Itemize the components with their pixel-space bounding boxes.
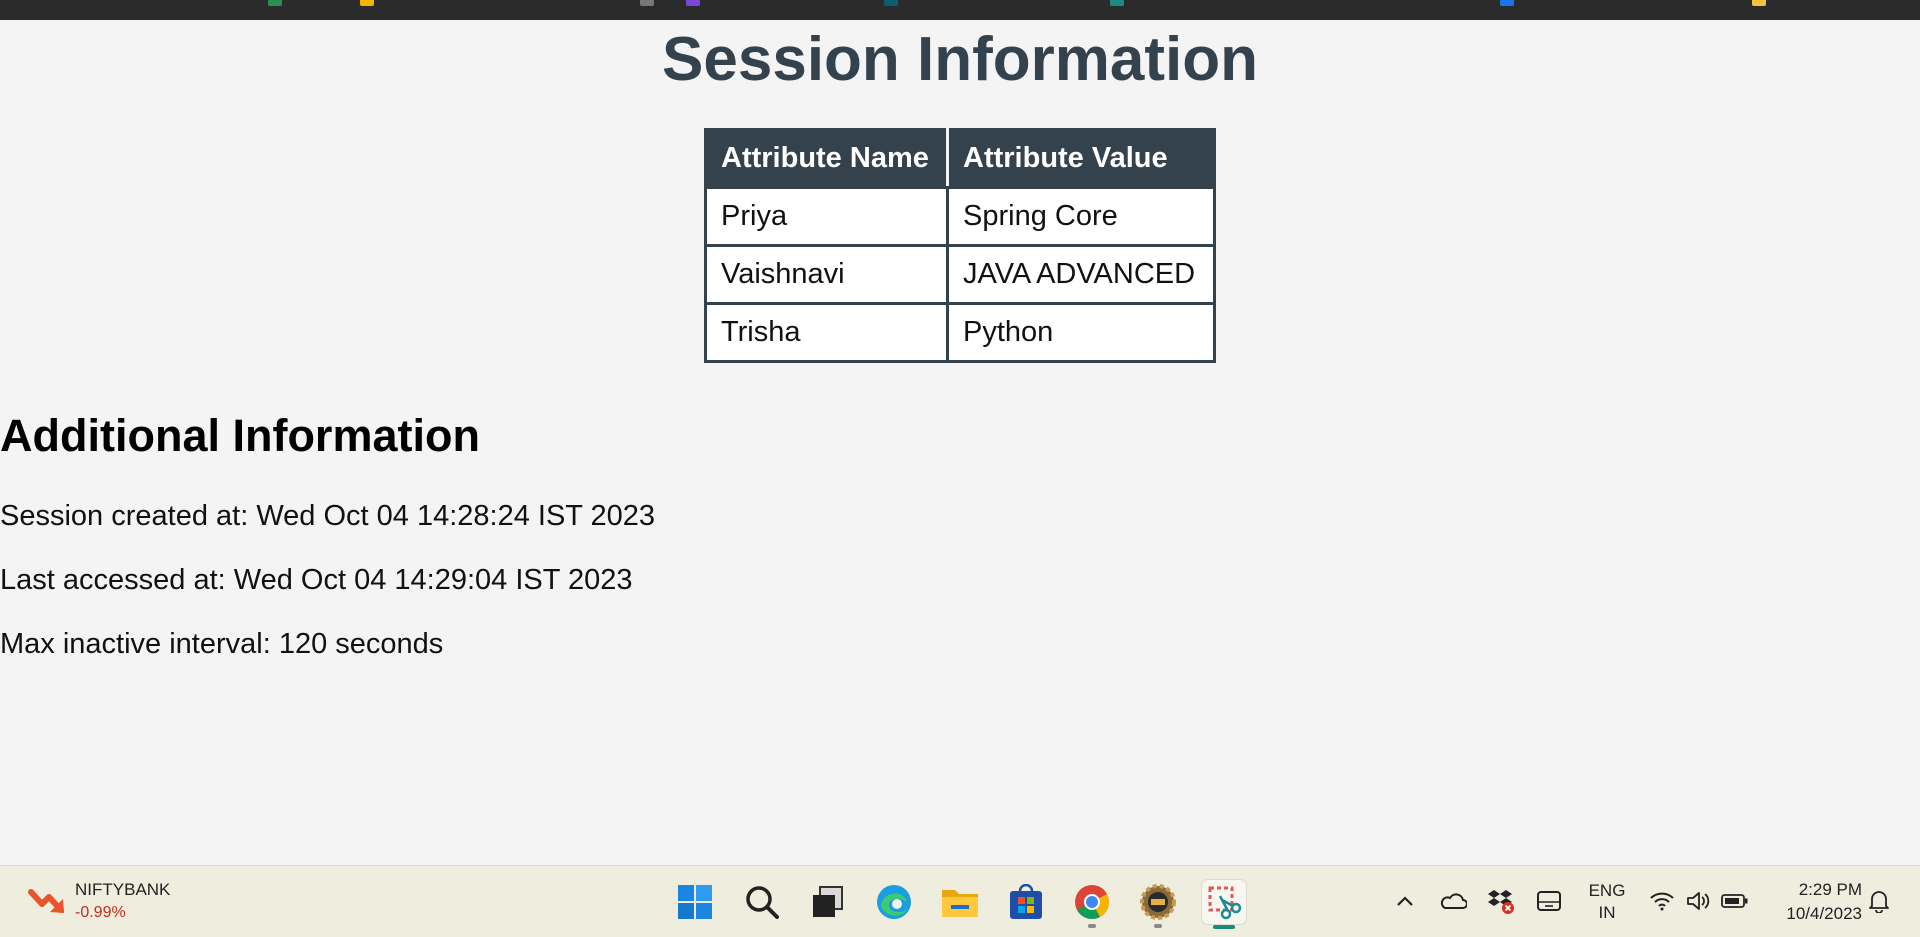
chrome-icon[interactable] [1070,880,1114,924]
dropbox-icon[interactable] [1486,884,1516,918]
touch-keyboard-icon[interactable] [1534,884,1564,918]
additional-information-heading: Additional Information [0,410,480,461]
file-explorer-icon[interactable] [938,880,982,924]
attribute-value-cell: Spring Core [946,186,1216,247]
session-attributes-table: Attribute Name Attribute Value Priya Spr… [704,128,1216,363]
bookmark-icon[interactable] [360,0,374,6]
clock-time: 2:29 PM [1798,880,1862,899]
language-indicator[interactable]: ENG IN [1580,880,1634,924]
bookmark-icon[interactable] [268,0,282,6]
page-content: Session Information Attribute Name Attri… [0,20,1920,865]
attribute-name-cell: Trisha [704,302,949,363]
bookmark-icon[interactable] [1752,0,1766,6]
taskbar: NIFTYBANK -0.99% ENG IN 2:29 PM 10/4/202… [0,865,1920,937]
start-icon[interactable] [673,880,717,924]
table-row: Priya Spring Core [704,186,1216,247]
stock-widget[interactable]: NIFTYBANK -0.99% [26,878,206,926]
bookmark-icon[interactable] [1110,0,1124,6]
snipping-tool-icon[interactable] [1202,880,1246,924]
table-row: Trisha Python [704,302,1216,363]
session-created-text: Session created at: Wed Oct 04 14:28:24 … [0,500,656,532]
onedrive-icon[interactable] [1438,884,1468,918]
table-row: Vaishnavi JAVA ADVANCED [704,244,1216,305]
chevron-up-icon[interactable] [1392,884,1418,918]
last-accessed-text: Last accessed at: Wed Oct 04 14:29:04 IS… [0,564,633,596]
system-clock[interactable]: 2:29 PM 10/4/2023 [1762,878,1862,926]
clock-date: 10/4/2023 [1786,904,1862,923]
trend-down-icon [28,889,64,913]
edge-icon[interactable] [872,880,916,924]
column-header-attribute-value: Attribute Value [946,128,1216,189]
microsoft-store-icon[interactable] [1004,880,1048,924]
language-code: ENG [1588,881,1626,900]
wifi-icon[interactable] [1648,884,1676,918]
task-view-icon[interactable] [806,880,850,924]
bookmark-icon[interactable] [884,0,898,6]
bookmark-icon[interactable] [686,0,700,6]
bookmark-icon[interactable] [640,0,654,6]
widget-ticker-change: -0.99% [75,904,126,921]
bookmark-icon[interactable] [1500,0,1514,6]
java-ide-icon[interactable] [1136,880,1180,924]
language-region: IN [1598,903,1616,922]
attribute-value-cell: Python [946,302,1216,363]
attribute-value-cell: JAVA ADVANCED [946,244,1216,305]
attribute-name-cell: Priya [704,186,949,247]
notification-bell-icon[interactable] [1866,884,1892,918]
browser-bookmark-strip [0,0,1920,20]
ide-running-indicator [1154,924,1162,928]
page-title: Session Information [662,25,1258,94]
widget-ticker-name: NIFTYBANK [75,880,171,899]
table-header-row: Attribute Name Attribute Value [704,128,1216,189]
max-inactive-interval-text: Max inactive interval: 120 seconds [0,628,444,660]
snipping-tool-active-indicator [1213,925,1235,929]
chrome-running-indicator [1088,924,1096,928]
column-header-attribute-name: Attribute Name [704,128,949,189]
attribute-name-cell: Vaishnavi [704,244,949,305]
volume-icon[interactable] [1684,884,1712,918]
battery-icon[interactable] [1720,884,1750,918]
search-icon[interactable] [740,880,784,924]
